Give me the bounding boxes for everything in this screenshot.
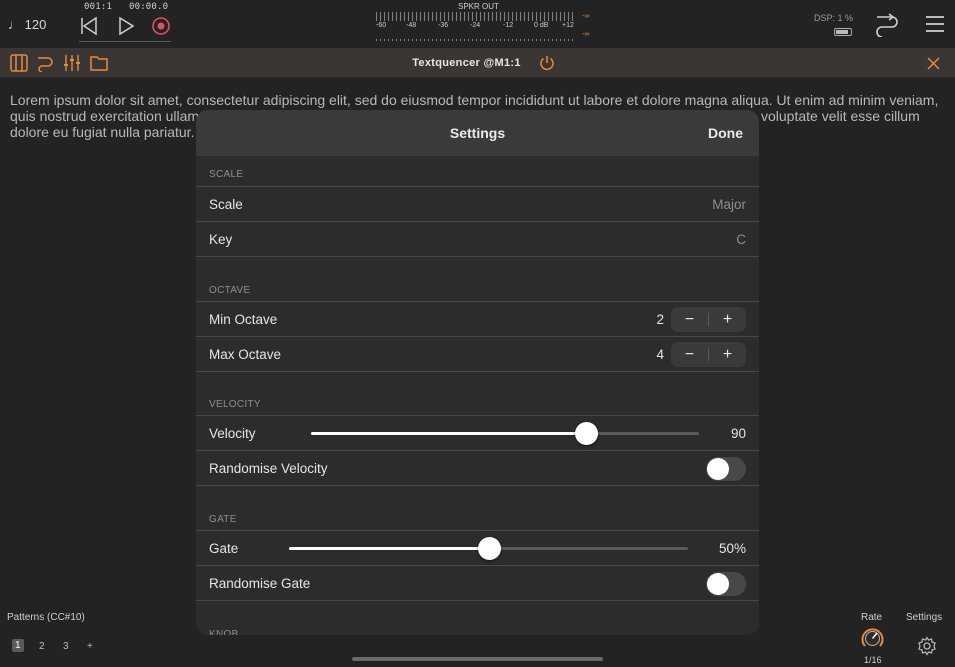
time-readout: 001:1 00:00.0 bbox=[84, 2, 168, 12]
settings-dialog: Settings Done SCALE Scale Major Key C OC… bbox=[196, 110, 759, 635]
rate-value: 1/16 bbox=[864, 655, 882, 665]
randomise-velocity-row: Randomise Velocity bbox=[196, 451, 759, 486]
meter-scale-label: -60 bbox=[376, 22, 387, 29]
plugin-title-text: Textquencer @M1:1 bbox=[412, 57, 521, 69]
velocity-slider-thumb[interactable] bbox=[574, 422, 598, 445]
sequence-text-line3: dolore eu fugiat nulla pariatur. bbox=[10, 124, 195, 140]
section-header-scale: SCALE bbox=[196, 156, 759, 187]
settings-label: Settings bbox=[906, 612, 943, 623]
velocity-slider[interactable] bbox=[311, 422, 699, 445]
scale-label: Scale bbox=[209, 197, 243, 212]
meter-scale-label: +12 bbox=[562, 22, 574, 29]
power-icon[interactable] bbox=[539, 55, 555, 71]
toggle-knob bbox=[707, 458, 729, 480]
clock-readout: 00:00.0 bbox=[128, 2, 169, 12]
settings-header: Settings Done bbox=[196, 110, 759, 156]
rate-label: Rate bbox=[861, 612, 883, 623]
transport-divider bbox=[79, 41, 171, 42]
max-octave-stepper: − + bbox=[671, 342, 746, 367]
min-octave-value: 2 bbox=[656, 312, 664, 327]
randomise-gate-label: Randomise Gate bbox=[209, 576, 311, 591]
key-label: Key bbox=[209, 232, 233, 247]
meter-scale-label: -12 bbox=[503, 22, 514, 29]
max-octave-increment[interactable]: + bbox=[709, 342, 746, 367]
meter-scale-label: -48 bbox=[406, 22, 417, 29]
output-meter: -60 -48 -36 -24 -12 0 dB +12 bbox=[376, 12, 576, 41]
add-pattern-button[interactable]: + bbox=[87, 641, 93, 652]
battery-icon bbox=[834, 28, 852, 36]
min-octave-increment[interactable]: + bbox=[709, 307, 746, 332]
routing-icon[interactable] bbox=[874, 13, 900, 37]
scale-row[interactable]: Scale Major bbox=[196, 187, 759, 222]
position-readout: 001:1 bbox=[84, 2, 113, 12]
plugin-bar: Textquencer @M1:1 bbox=[0, 48, 955, 78]
max-octave-row: Max Octave 4 − + bbox=[196, 337, 759, 372]
key-value: C bbox=[736, 232, 746, 247]
pattern-button-2[interactable]: 2 bbox=[39, 641, 45, 652]
dsp-load: DSP: 1 % bbox=[814, 13, 854, 23]
meter-peak-right: -∞ bbox=[582, 31, 590, 38]
gate-slider-thumb[interactable] bbox=[477, 537, 501, 560]
meter-ticks-bottom bbox=[376, 39, 576, 41]
gate-slider-fill bbox=[289, 547, 489, 550]
meter-scale-label: -36 bbox=[438, 22, 449, 29]
max-octave-value: 4 bbox=[656, 347, 664, 362]
gear-icon[interactable] bbox=[917, 636, 937, 656]
done-button[interactable]: Done bbox=[708, 125, 743, 141]
record-icon[interactable] bbox=[150, 15, 172, 37]
meter-scale-label: 0 dB bbox=[534, 22, 549, 29]
velocity-row: Velocity 90 bbox=[196, 416, 759, 451]
pattern-button-3[interactable]: 3 bbox=[63, 641, 69, 652]
velocity-value: 90 bbox=[730, 426, 746, 441]
max-octave-label: Max Octave bbox=[209, 347, 282, 362]
min-octave-decrement[interactable]: − bbox=[671, 307, 708, 332]
home-indicator bbox=[352, 657, 603, 661]
randomise-velocity-label: Randomise Velocity bbox=[209, 461, 328, 476]
gate-row: Gate 50% bbox=[196, 531, 759, 566]
gate-label: Gate bbox=[209, 541, 239, 556]
scale-value: Major bbox=[712, 197, 746, 212]
gate-value: 50% bbox=[718, 541, 746, 556]
plugin-title: Textquencer @M1:1 bbox=[0, 57, 955, 69]
gate-slider[interactable] bbox=[289, 537, 688, 560]
meter-title: SPKR OUT bbox=[458, 2, 499, 11]
randomise-gate-toggle[interactable] bbox=[706, 572, 746, 596]
section-header-knob: KNOB bbox=[209, 629, 239, 635]
min-octave-stepper: − + bbox=[671, 307, 746, 332]
meter-peak-left: -∞ bbox=[582, 13, 590, 20]
min-octave-row: Min Octave 2 − + bbox=[196, 302, 759, 337]
key-row[interactable]: Key C bbox=[196, 222, 759, 257]
close-icon[interactable] bbox=[927, 57, 940, 70]
section-header-octave: OCTAVE bbox=[196, 257, 759, 302]
meter-ticks bbox=[376, 12, 576, 21]
settings-title: Settings bbox=[449, 125, 506, 141]
tempo-display[interactable]: ♩ 120 bbox=[8, 17, 46, 32]
min-octave-label: Min Octave bbox=[209, 312, 278, 327]
toggle-knob bbox=[707, 573, 729, 595]
sequence-text-tail: voluptate velit esse cillum bbox=[761, 108, 920, 124]
pattern-button-1[interactable]: 1 bbox=[12, 639, 24, 652]
section-header-velocity: VELOCITY bbox=[196, 372, 759, 416]
play-icon[interactable] bbox=[115, 15, 137, 37]
section-header-gate: GATE bbox=[196, 486, 759, 531]
randomise-gate-row: Randomise Gate bbox=[196, 566, 759, 601]
menu-icon[interactable] bbox=[925, 14, 945, 34]
max-octave-decrement[interactable]: − bbox=[671, 342, 708, 367]
randomise-velocity-toggle[interactable] bbox=[706, 457, 746, 481]
top-bar: ♩ 120 001:1 00:00.0 SPKR OUT -60 -48 -36… bbox=[0, 0, 955, 48]
patterns-label: Patterns (CC#10) bbox=[7, 612, 85, 623]
rewind-icon[interactable] bbox=[78, 15, 100, 37]
rate-knob-icon[interactable] bbox=[860, 626, 885, 651]
velocity-label: Velocity bbox=[209, 426, 256, 441]
meter-scale-label: -24 bbox=[470, 22, 481, 29]
velocity-slider-fill bbox=[311, 432, 586, 435]
